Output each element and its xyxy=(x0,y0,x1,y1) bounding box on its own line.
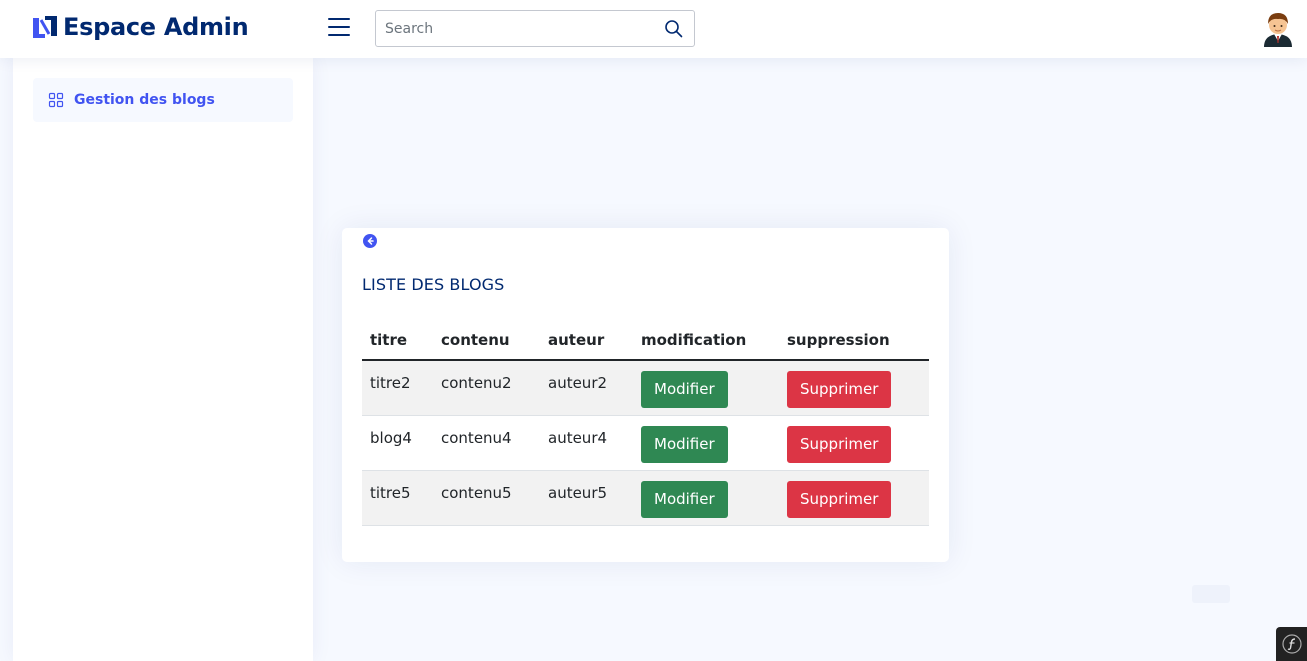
grid-icon xyxy=(48,92,64,108)
card-title: LISTE DES BLOGS xyxy=(362,275,505,294)
column-header-contenu: contenu xyxy=(433,321,540,361)
cell-titre: titre5 xyxy=(362,470,433,526)
cell-auteur: auteur2 xyxy=(540,360,633,416)
app-title: Espace Admin xyxy=(63,13,249,41)
search-icon[interactable] xyxy=(664,19,684,39)
table-row: titre2 contenu2 auteur2 Modifier Supprim… xyxy=(362,360,929,416)
menu-toggle-icon[interactable] xyxy=(328,18,350,38)
table-header-row: titre contenu auteur modification suppre… xyxy=(362,321,929,361)
modifier-button[interactable]: Modifier xyxy=(641,371,728,408)
cell-contenu: contenu5 xyxy=(433,470,540,526)
table-row: titre5 contenu5 auteur5 Modifier Supprim… xyxy=(362,470,929,526)
cell-auteur: auteur4 xyxy=(540,415,633,471)
blog-table: titre contenu auteur modification suppre… xyxy=(362,321,929,526)
top-header: Espace Admin xyxy=(0,0,1307,58)
column-header-titre: titre xyxy=(362,321,433,361)
column-header-auteur: auteur xyxy=(540,321,633,361)
supprimer-button[interactable]: Supprimer xyxy=(787,480,892,518)
back-arrow-icon[interactable] xyxy=(363,233,377,248)
cell-modification: Modifier xyxy=(633,415,779,471)
cell-contenu: contenu4 xyxy=(433,415,540,471)
cell-contenu: contenu2 xyxy=(433,360,540,416)
back-to-top-button[interactable] xyxy=(1192,585,1230,603)
cell-modification: Modifier xyxy=(633,360,779,416)
modifier-button[interactable]: Modifier xyxy=(641,425,728,463)
logo[interactable]: Espace Admin xyxy=(32,13,249,41)
search-input[interactable] xyxy=(376,11,656,46)
logo-icon xyxy=(33,16,57,38)
sidebar-item-gestion-des-blogs[interactable]: Gestion des blogs xyxy=(33,78,293,122)
sidebar-item-label: Gestion des blogs xyxy=(74,92,215,108)
column-header-suppression: suppression xyxy=(779,321,929,361)
search-bar xyxy=(375,10,695,47)
cell-titre: titre2 xyxy=(362,360,433,416)
column-header-modification: modification xyxy=(633,321,779,361)
cell-titre: blog4 xyxy=(362,415,433,471)
cell-suppression: Supprimer xyxy=(779,470,929,526)
sidebar: Gestion des blogs xyxy=(13,58,313,661)
table-row: blog4 contenu4 auteur4 Modifier Supprime… xyxy=(362,415,929,471)
supprimer-button[interactable]: Supprimer xyxy=(787,425,892,463)
cell-suppression: Supprimer xyxy=(779,415,929,471)
cell-modification: Modifier xyxy=(633,470,779,526)
modifier-button[interactable]: Modifier xyxy=(641,480,728,518)
cell-suppression: Supprimer xyxy=(779,360,929,416)
cell-auteur: auteur5 xyxy=(540,470,633,526)
blog-list-card: LISTE DES BLOGS titre contenu auteur mod… xyxy=(342,228,949,562)
debug-toolbar-icon[interactable] xyxy=(1276,627,1307,661)
supprimer-button[interactable]: Supprimer xyxy=(787,371,892,408)
user-avatar[interactable] xyxy=(1261,10,1295,47)
